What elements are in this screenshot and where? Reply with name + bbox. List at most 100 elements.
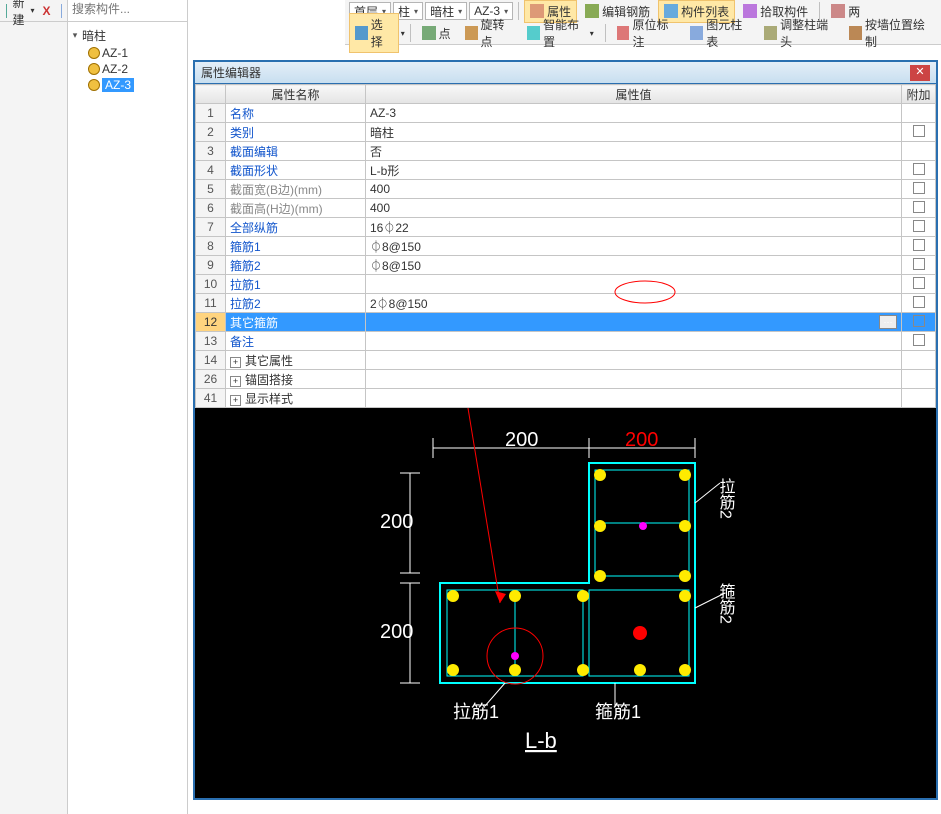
- property-value-cell[interactable]: AZ-3: [366, 104, 902, 123]
- property-value-cell[interactable]: ⏀8@150: [366, 237, 902, 256]
- checkbox[interactable]: [913, 296, 925, 308]
- checkbox[interactable]: [913, 239, 925, 251]
- property-name-cell[interactable]: 箍筋2: [226, 256, 366, 275]
- property-row[interactable]: 10拉筋1: [196, 275, 936, 294]
- section-canvas[interactable]: 200 200 200 200: [195, 408, 936, 798]
- checkbox[interactable]: [913, 201, 925, 213]
- ellipsis-button[interactable]: ⋯: [879, 315, 897, 329]
- property-row[interactable]: 4截面形状L-b形: [196, 161, 936, 180]
- extra-checkbox-cell[interactable]: [902, 389, 936, 408]
- checkbox[interactable]: [913, 277, 925, 289]
- property-value-cell[interactable]: ⋯: [366, 313, 902, 332]
- extra-checkbox-cell[interactable]: [902, 313, 936, 332]
- checkbox[interactable]: [913, 315, 925, 327]
- tree-root-node[interactable]: ▾ 暗柱: [70, 26, 185, 45]
- column-table-button[interactable]: 图元柱表: [684, 13, 756, 53]
- property-row[interactable]: 26+锚固搭接: [196, 370, 936, 389]
- property-value-cell[interactable]: [366, 275, 902, 294]
- expand-icon[interactable]: +: [230, 395, 241, 406]
- property-value-cell[interactable]: 2⏀8@150: [366, 294, 902, 313]
- property-row[interactable]: 7全部纵筋16⏀22: [196, 218, 936, 237]
- extra-checkbox-cell[interactable]: [902, 275, 936, 294]
- property-name-cell[interactable]: 截面宽(B边)(mm): [226, 180, 366, 199]
- checkbox[interactable]: [913, 258, 925, 270]
- extra-checkbox-cell[interactable]: [902, 199, 936, 218]
- property-name-cell[interactable]: 拉筋2: [226, 294, 366, 313]
- property-row[interactable]: 8箍筋1⏀8@150: [196, 237, 936, 256]
- property-row[interactable]: 13备注: [196, 332, 936, 351]
- extra-checkbox-cell[interactable]: [902, 237, 936, 256]
- search-input[interactable]: [72, 2, 183, 16]
- extra-checkbox-cell[interactable]: [902, 180, 936, 199]
- dialog-titlebar[interactable]: 属性编辑器 ✕: [195, 62, 936, 84]
- extra-checkbox-cell[interactable]: [902, 332, 936, 351]
- property-name-cell[interactable]: 名称: [226, 104, 366, 123]
- property-name-cell[interactable]: 截面形状: [226, 161, 366, 180]
- property-row[interactable]: 1名称AZ-3: [196, 104, 936, 123]
- extra-checkbox-cell[interactable]: [902, 104, 936, 123]
- rotate-point-button[interactable]: 旋转点: [459, 13, 520, 53]
- property-row[interactable]: 41+显示样式: [196, 389, 936, 408]
- tree-item-az3[interactable]: AZ-3: [88, 77, 185, 93]
- expand-icon[interactable]: +: [230, 357, 241, 368]
- adjust-head-button[interactable]: 调整柱端头: [758, 13, 841, 53]
- extra-checkbox-cell[interactable]: [902, 142, 936, 161]
- property-name-cell[interactable]: +其它属性: [226, 351, 366, 370]
- new-label[interactable]: 新建: [12, 0, 24, 28]
- value-header[interactable]: 属性值: [366, 85, 902, 104]
- checkbox[interactable]: [913, 163, 925, 175]
- extra-checkbox-cell[interactable]: [902, 218, 936, 237]
- property-name-cell[interactable]: +显示样式: [226, 389, 366, 408]
- property-row[interactable]: 14+其它属性: [196, 351, 936, 370]
- property-value-cell[interactable]: [366, 370, 902, 389]
- property-name-cell[interactable]: 备注: [226, 332, 366, 351]
- property-value-cell[interactable]: 暗柱: [366, 123, 902, 142]
- checkbox[interactable]: [913, 334, 925, 346]
- delete-x[interactable]: X: [43, 4, 51, 18]
- property-name-cell[interactable]: +锚固搭接: [226, 370, 366, 389]
- close-button[interactable]: ✕: [910, 65, 930, 81]
- search-box[interactable]: [68, 0, 187, 22]
- property-value-cell[interactable]: [366, 389, 902, 408]
- property-name-cell[interactable]: 截面高(H边)(mm): [226, 199, 366, 218]
- property-row[interactable]: 11拉筋22⏀8@150: [196, 294, 936, 313]
- property-row[interactable]: 12其它箍筋⋯: [196, 313, 936, 332]
- wall-pos-draw-button[interactable]: 按墙位置绘制: [843, 13, 937, 53]
- extra-header[interactable]: 附加: [902, 85, 936, 104]
- extra-checkbox-cell[interactable]: [902, 256, 936, 275]
- property-name-cell[interactable]: 拉筋1: [226, 275, 366, 294]
- property-row[interactable]: 2类别暗柱: [196, 123, 936, 142]
- tree-item-az2[interactable]: AZ-2: [88, 61, 185, 77]
- property-value-cell[interactable]: 否: [366, 142, 902, 161]
- origin-mark-button[interactable]: 原位标注: [611, 13, 683, 53]
- property-value-cell[interactable]: L-b形: [366, 161, 902, 180]
- property-value-cell[interactable]: [366, 351, 902, 370]
- extra-checkbox-cell[interactable]: [902, 370, 936, 389]
- name-header[interactable]: 属性名称: [226, 85, 366, 104]
- property-row[interactable]: 5截面宽(B边)(mm)400: [196, 180, 936, 199]
- expand-icon[interactable]: +: [230, 376, 241, 387]
- property-value-cell[interactable]: 400: [366, 180, 902, 199]
- point-button[interactable]: 点: [416, 22, 457, 45]
- property-name-cell[interactable]: 其它箍筋: [226, 313, 366, 332]
- property-name-cell[interactable]: 截面编辑: [226, 142, 366, 161]
- property-name-cell[interactable]: 类别: [226, 123, 366, 142]
- checkbox[interactable]: [913, 125, 925, 137]
- checkbox[interactable]: [913, 220, 925, 232]
- extra-checkbox-cell[interactable]: [902, 161, 936, 180]
- property-value-cell[interactable]: [366, 332, 902, 351]
- property-value-cell[interactable]: 400: [366, 199, 902, 218]
- property-value-cell[interactable]: ⏀8@150: [366, 256, 902, 275]
- checkbox[interactable]: [913, 182, 925, 194]
- tree-item-az1[interactable]: AZ-1: [88, 45, 185, 61]
- property-value-cell[interactable]: 16⏀22: [366, 218, 902, 237]
- property-row[interactable]: 6截面高(H边)(mm)400: [196, 199, 936, 218]
- extra-checkbox-cell[interactable]: [902, 294, 936, 313]
- property-row[interactable]: 9箍筋2⏀8@150: [196, 256, 936, 275]
- extra-checkbox-cell[interactable]: [902, 123, 936, 142]
- property-name-cell[interactable]: 全部纵筋: [226, 218, 366, 237]
- collapse-icon[interactable]: ▾: [70, 30, 80, 41]
- select-button[interactable]: 选择: [349, 13, 399, 53]
- extra-checkbox-cell[interactable]: [902, 351, 936, 370]
- property-row[interactable]: 3截面编辑否: [196, 142, 936, 161]
